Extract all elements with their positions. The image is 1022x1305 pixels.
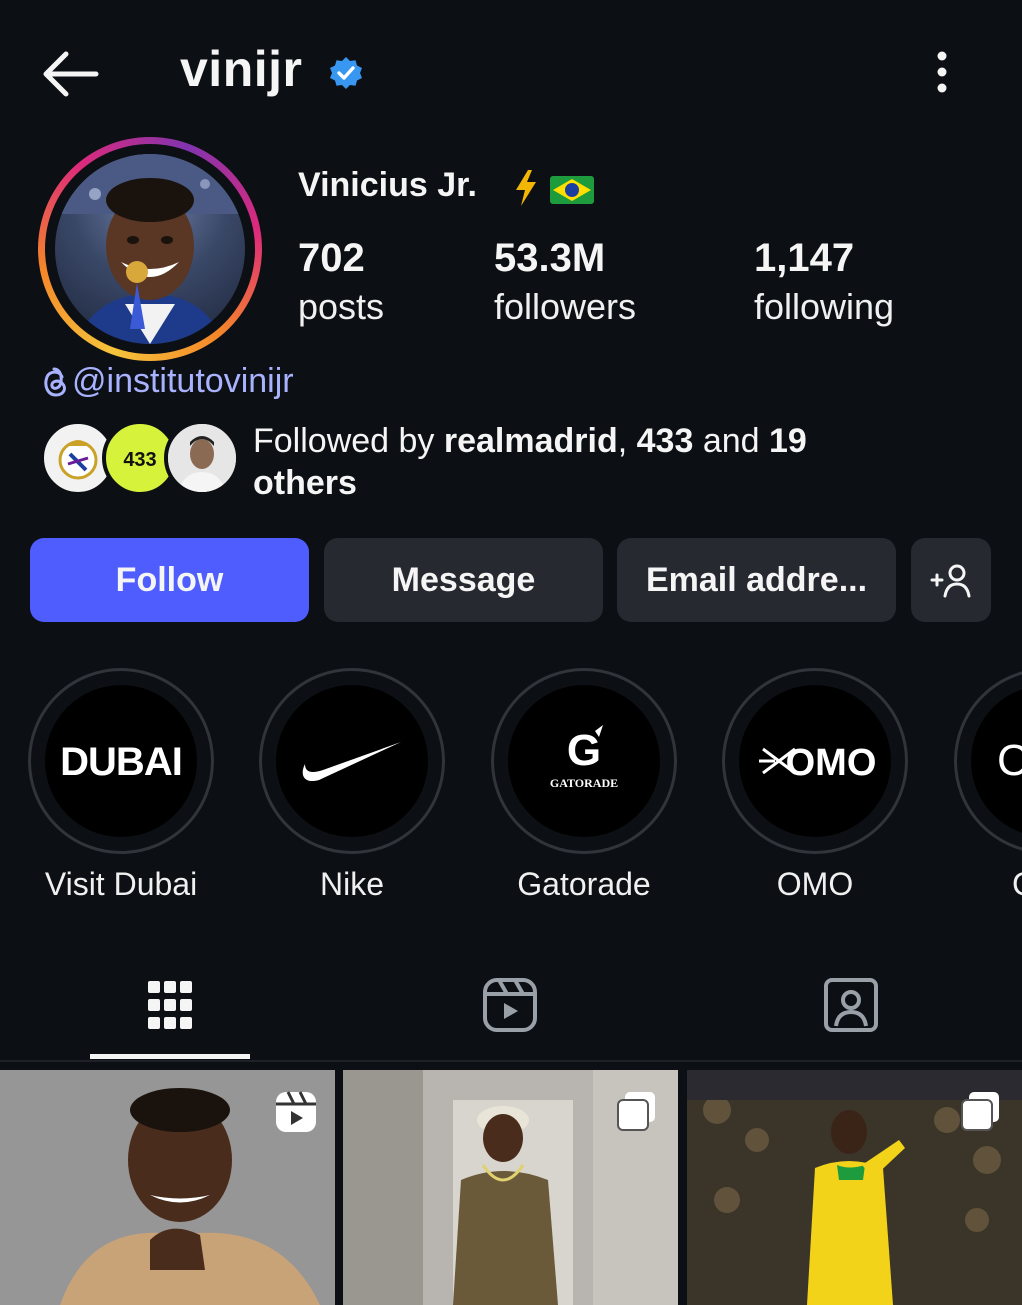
highlight-label: OMO <box>776 866 854 902</box>
profile-full-name: Vinicius Jr. <box>298 166 477 204</box>
posts-grid <box>0 1070 1022 1305</box>
post-thumbnail[interactable] <box>343 1070 678 1305</box>
tab-posts-grid[interactable] <box>90 970 250 1040</box>
mutual-others-label: others <box>253 464 357 502</box>
back-arrow-icon[interactable] <box>38 48 102 100</box>
gatorade-logo: G GATORADE <box>508 685 660 837</box>
threads-link[interactable]: @institutovinijr <box>40 362 294 401</box>
nike-swoosh-icon <box>276 685 428 837</box>
svg-text:OMO: OMO <box>786 742 875 784</box>
mutual-followers-avatars[interactable]: 433 <box>40 420 240 500</box>
followers-count: 53.3M <box>494 236 606 280</box>
verified-badge-icon <box>330 57 362 89</box>
name-emoji-group <box>516 170 594 206</box>
message-button[interactable]: Message <box>324 538 603 622</box>
story-highlights: DUBAI Visit Dubai Nike G GATORADE Gatora… <box>0 668 1022 908</box>
followers-label: followers <box>494 286 637 327</box>
suggested-accounts-button[interactable] <box>911 538 991 622</box>
threads-icon <box>44 367 66 397</box>
tagged-icon <box>824 978 878 1032</box>
posts-label: posts <box>298 286 385 327</box>
highlight-gatorade[interactable]: G GATORADE Gatorade <box>491 668 677 903</box>
highlight-label: Gatorade <box>517 866 651 902</box>
reel-badge-icon <box>276 1091 316 1132</box>
svg-text:DUBAI: DUBAI <box>60 740 182 784</box>
mutual-user-avatar <box>164 420 240 496</box>
highlight-visit-dubai[interactable]: DUBAI Visit Dubai <box>28 668 214 903</box>
carousel-badge-icon <box>617 1092 655 1131</box>
highlight-partial[interactable]: C C <box>954 668 1022 903</box>
threads-handle: @institutovinijr <box>72 362 294 400</box>
following-label: following <box>754 286 895 327</box>
profile-avatar <box>55 154 245 344</box>
highlight-omo[interactable]: OMO OMO <box>722 668 908 903</box>
posts-stat[interactable]: 702 posts <box>298 234 384 332</box>
highlight-label: C <box>954 866 1022 903</box>
svg-text:GATORADE: GATORADE <box>550 776 618 790</box>
svg-text:G: G <box>567 726 601 775</box>
highlight-label: Nike <box>319 866 384 902</box>
lightning-icon <box>516 170 536 206</box>
posts-count: 702 <box>298 236 365 280</box>
post-thumbnail[interactable] <box>0 1070 335 1305</box>
profile-username: vinijr <box>180 41 303 97</box>
add-person-icon <box>930 564 971 598</box>
follow-button[interactable]: Follow <box>30 538 309 622</box>
profile-avatar-story-ring[interactable] <box>38 137 262 361</box>
carousel-badge-icon <box>961 1092 999 1131</box>
following-count: 1,147 <box>754 236 855 280</box>
mutual-account-433[interactable]: 433 <box>637 422 694 460</box>
email-button[interactable]: Email addre... <box>617 538 896 622</box>
partial-highlight-logo: C <box>971 685 1022 837</box>
svg-text:433: 433 <box>123 449 156 471</box>
active-tab-indicator <box>90 1054 250 1059</box>
reels-icon <box>483 978 537 1032</box>
following-stat[interactable]: 1,147 following <box>754 234 894 332</box>
omo-logo: OMO <box>739 685 891 837</box>
post-thumbnail[interactable] <box>687 1070 1022 1305</box>
grid-icon <box>148 981 192 1029</box>
more-options-icon[interactable] <box>922 46 962 98</box>
brazil-flag-icon <box>550 176 594 204</box>
dubai-logo: DUBAI <box>45 685 197 837</box>
tab-tagged[interactable] <box>771 970 931 1040</box>
tab-reels[interactable] <box>430 970 590 1040</box>
followed-by-text[interactable]: Followed by realmadrid, 433 and 19 others <box>253 420 953 504</box>
mutual-account-realmadrid[interactable]: realmadrid <box>444 422 618 460</box>
followers-stat[interactable]: 53.3M followers <box>494 234 636 332</box>
highlight-label: Visit Dubai <box>44 866 198 902</box>
mutual-others-count: 19 <box>769 422 807 460</box>
top-bar: vinijr <box>0 0 1022 140</box>
highlight-nike[interactable]: Nike <box>259 668 445 903</box>
profile-tabs <box>0 950 1022 1062</box>
